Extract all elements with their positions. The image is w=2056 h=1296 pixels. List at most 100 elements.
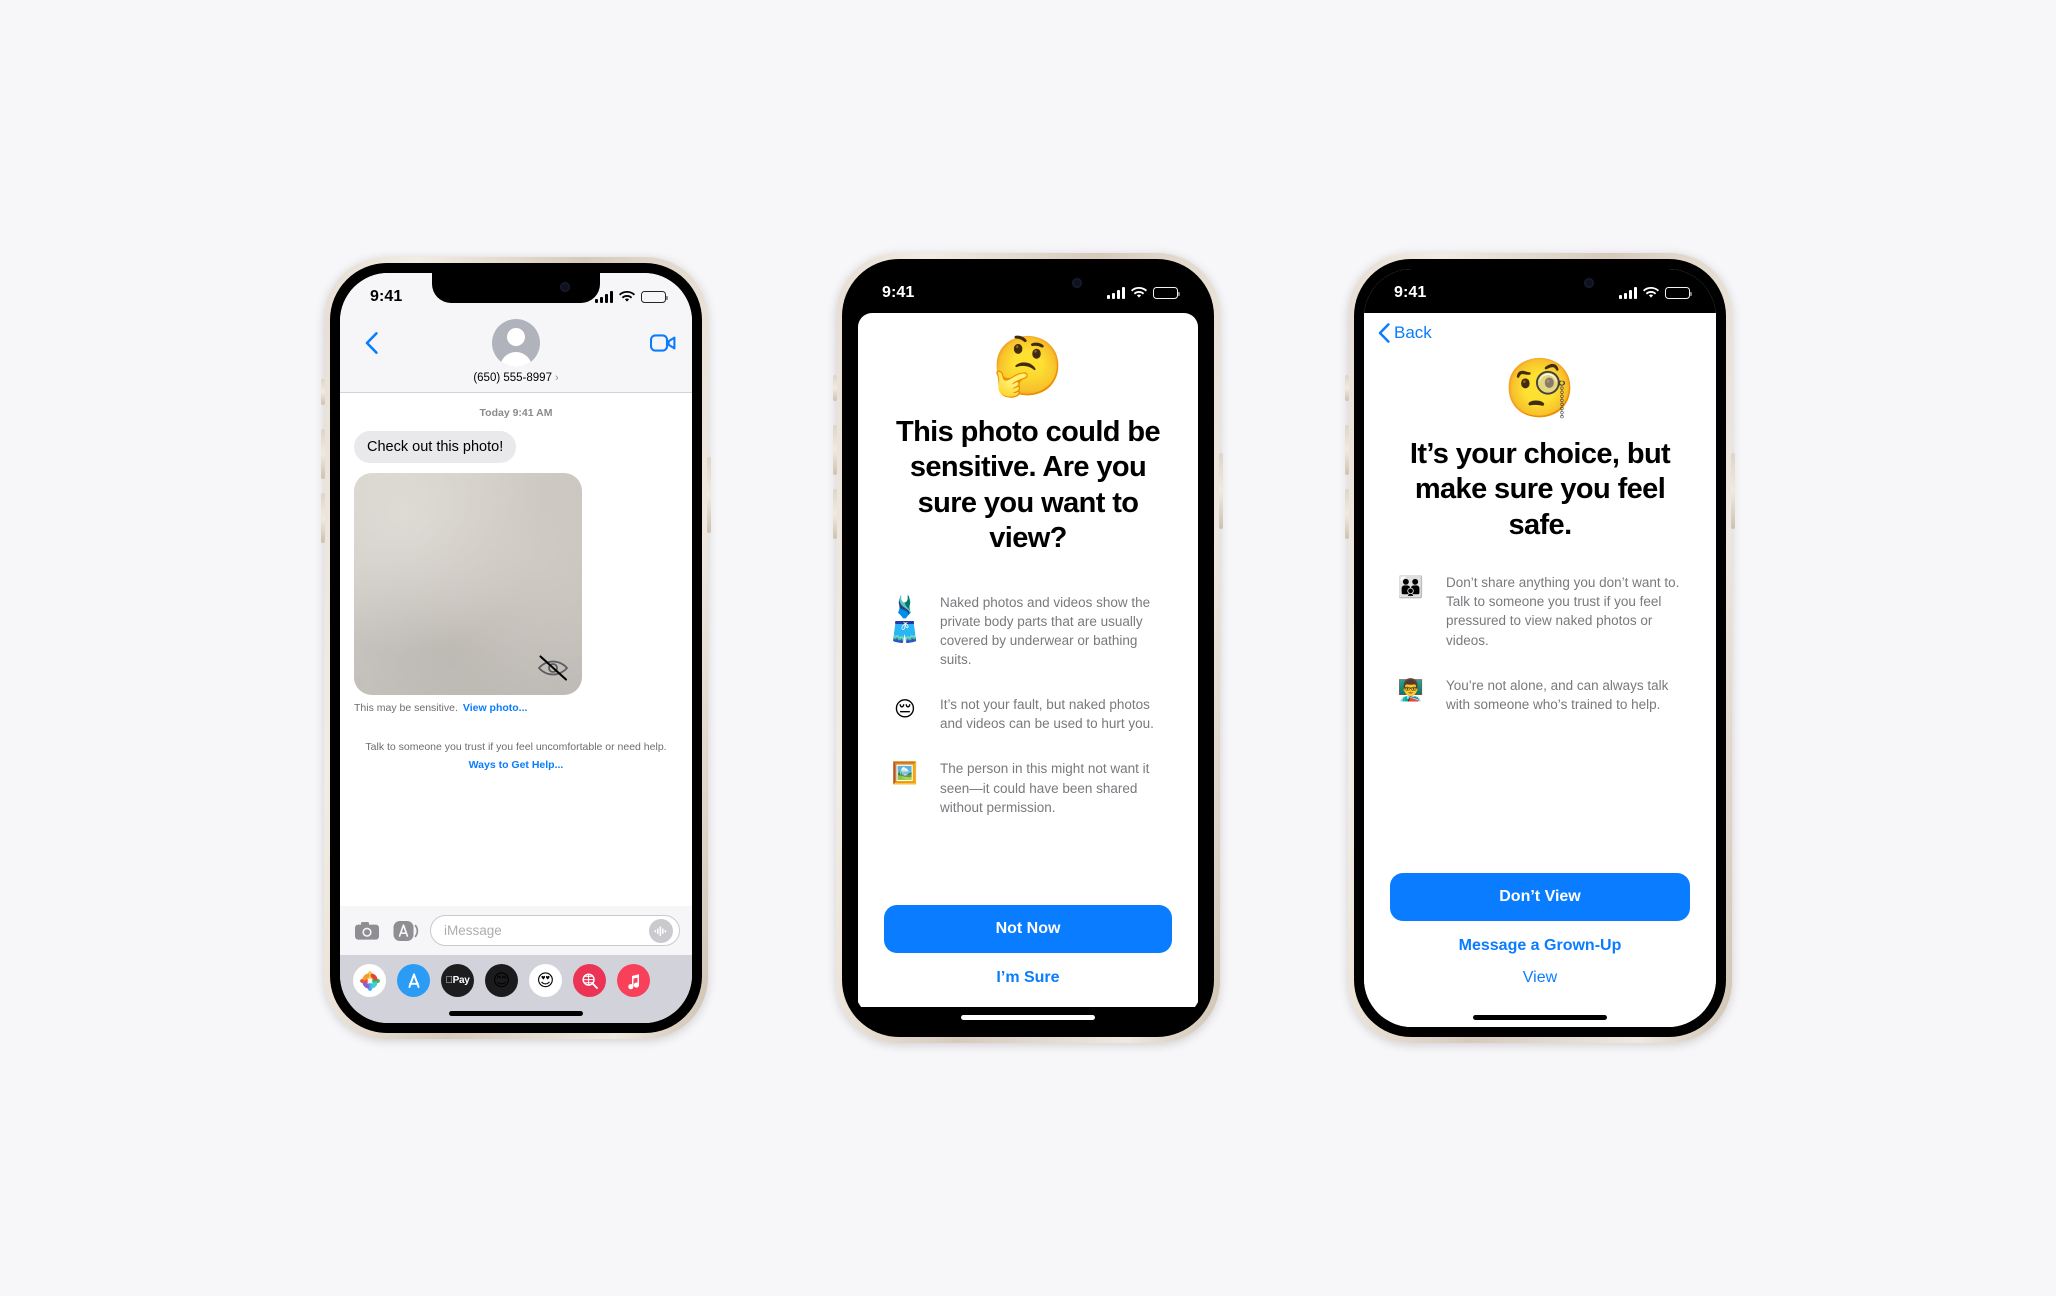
im-sure-button[interactable]: I’m Sure — [884, 953, 1172, 987]
photos-flower-icon — [359, 970, 380, 991]
chevron-left-icon — [1378, 323, 1390, 343]
wifi-icon — [619, 291, 635, 302]
imessage-app-drawer: Pay 😊 😍 — [340, 955, 692, 1003]
sensitive-photo-attachment[interactable]: This may be sensitive. View photo... — [354, 473, 582, 714]
list-item: 👪 Don’t share anything you don’t want to… — [1390, 573, 1690, 650]
bullet-text: The person in this might not want it see… — [940, 761, 1150, 815]
framed-picture-emoji: 🖼️ — [891, 761, 919, 786]
volume-down-button[interactable] — [321, 493, 325, 543]
view-photo-link[interactable]: View photo... — [463, 702, 528, 714]
back-button[interactable] — [356, 323, 386, 363]
not-now-button[interactable]: Not Now — [884, 905, 1172, 953]
view-button[interactable]: View — [1390, 955, 1690, 987]
help-text: Talk to someone you trust if you feel un… — [365, 741, 667, 753]
audio-waveform-icon — [654, 925, 667, 936]
magnifier-grid-icon — [581, 972, 598, 989]
notch — [432, 273, 600, 303]
home-indicator-area — [1364, 1007, 1716, 1027]
phone-bezel: 9:41 — [1354, 259, 1726, 1037]
chevron-left-icon — [365, 332, 378, 354]
contact-name-row: (650) 555-8997 › — [473, 372, 558, 384]
memoji-face-glyph: 😊 — [492, 970, 511, 991]
wifi-icon — [1131, 287, 1147, 298]
list-item: 👨‍🏫 You’re not alone, and can always tal… — [1390, 676, 1690, 714]
images-search-app-icon[interactable] — [573, 964, 606, 997]
mute-switch[interactable] — [1345, 375, 1349, 401]
info-bullet-list: 🩱🩳 Naked photos and videos show the priv… — [884, 593, 1172, 906]
sensitive-label: This may be sensitive. — [354, 702, 458, 714]
screenshot-stage: 9:41 (650) 555-8997 › Today 9:41 AM Chec… — [0, 0, 2056, 1296]
apple-pay-app-icon[interactable]: Pay — [441, 964, 474, 997]
battery-icon — [1665, 286, 1692, 300]
memoji-sticker-icon[interactable]: 😊 — [485, 964, 518, 997]
volume-up-button[interactable] — [1345, 425, 1349, 475]
list-item: 🩱🩳 Naked photos and videos show the priv… — [884, 593, 1172, 670]
imessage-input[interactable]: iMessage — [430, 915, 680, 946]
photos-app-icon[interactable] — [353, 964, 386, 997]
phone-screen: 9:41 — [340, 273, 692, 1023]
home-indicator[interactable] — [1473, 1014, 1607, 1020]
side-power-button[interactable] — [1731, 453, 1735, 529]
your-choice-sheet: Back 🧐 It’s your choice, but make sure y… — [1364, 313, 1716, 1007]
imessage-apps-button[interactable] — [391, 916, 420, 945]
list-item: 😔 It’s not your fault, but naked photos … — [884, 695, 1172, 733]
contact-phone-number: (650) 555-8997 — [473, 372, 552, 384]
incoming-message-bubble[interactable]: Check out this photo! — [348, 431, 517, 463]
bullet-text: Naked photos and videos show the private… — [940, 594, 1151, 667]
message-grown-up-button[interactable]: Message a Grown-Up — [1390, 921, 1690, 955]
camera-icon — [354, 921, 379, 940]
ways-to-get-help-link[interactable]: Ways to Get Help... — [364, 758, 668, 772]
blurred-photo[interactable] — [354, 473, 582, 695]
notch — [944, 269, 1112, 299]
facetime-button[interactable] — [646, 323, 676, 363]
app-store-app-icon[interactable] — [397, 964, 430, 997]
front-camera-icon — [1584, 278, 1594, 288]
pensive-face-emoji: 😔 — [894, 697, 916, 722]
side-power-button[interactable] — [1219, 453, 1223, 529]
mute-switch[interactable] — [833, 375, 837, 401]
monocle-face-emoji: 🧐 — [1503, 354, 1577, 422]
phone-screen: 9:41 🤔 This photo could be sensitive. Ar… — [852, 269, 1204, 1027]
sheet-actions: Don’t View Message a Grown-Up View — [1390, 873, 1690, 993]
status-indicators — [595, 290, 668, 304]
sensitive-content-sheet: 🤔 This photo could be sensitive. Are you… — [858, 313, 1198, 1007]
volume-up-button[interactable] — [833, 425, 837, 475]
sensitive-notice: This may be sensitive. View photo... — [354, 702, 582, 714]
mute-switch[interactable] — [321, 379, 325, 405]
sheet-bottom-padding — [884, 993, 1172, 1007]
volume-down-button[interactable] — [1345, 489, 1349, 539]
phone-your-choice: 9:41 Back 🧐 It’s your choice, but make s… — [1345, 253, 1735, 1043]
avatar — [492, 319, 540, 367]
volume-down-button[interactable] — [833, 489, 837, 539]
sheet-actions: Not Now I’m Sure — [884, 905, 1172, 993]
dont-view-button[interactable]: Don’t View — [1390, 873, 1690, 921]
status-time: 9:41 — [1394, 284, 1427, 301]
bullet-text: It’s not your fault, but naked photos an… — [940, 697, 1154, 732]
music-app-icon[interactable] — [617, 964, 650, 997]
sheet-navbar: Back — [1378, 313, 1690, 353]
camera-button[interactable] — [352, 916, 381, 945]
list-item: 🖼️ The person in this might not want it … — [884, 759, 1172, 816]
side-power-button[interactable] — [707, 457, 711, 533]
front-camera-icon — [1072, 278, 1082, 288]
home-indicator-area — [340, 1003, 692, 1023]
memoji-heart-eyes-icon[interactable]: 😍 — [529, 964, 562, 997]
back-button[interactable]: Back — [1378, 323, 1432, 343]
volume-up-button[interactable] — [321, 429, 325, 479]
battery-icon — [641, 290, 668, 304]
home-indicator[interactable] — [449, 1010, 583, 1016]
help-block: Talk to someone you trust if you feel un… — [364, 740, 668, 772]
contact-info[interactable]: (650) 555-8997 › — [386, 319, 646, 384]
app-store-glyph-icon — [407, 972, 420, 988]
bullet-text: You’re not alone, and can always talk wi… — [1446, 677, 1669, 712]
info-bullet-list: 👪 Don’t share anything you don’t want to… — [1390, 573, 1690, 873]
battery-icon — [1153, 286, 1180, 300]
home-indicator[interactable] — [961, 1014, 1095, 1020]
imessage-apps-icon — [393, 920, 418, 941]
message-thread: Today 9:41 AM Check out this photo! This… — [340, 393, 692, 906]
phone-bezel: 9:41 🤔 This photo could be sensitive. Ar… — [842, 259, 1214, 1037]
status-indicators — [1107, 286, 1180, 300]
audio-message-button[interactable] — [649, 918, 673, 943]
eye-slash-icon — [537, 655, 569, 681]
compose-bar: iMessage — [340, 906, 692, 955]
